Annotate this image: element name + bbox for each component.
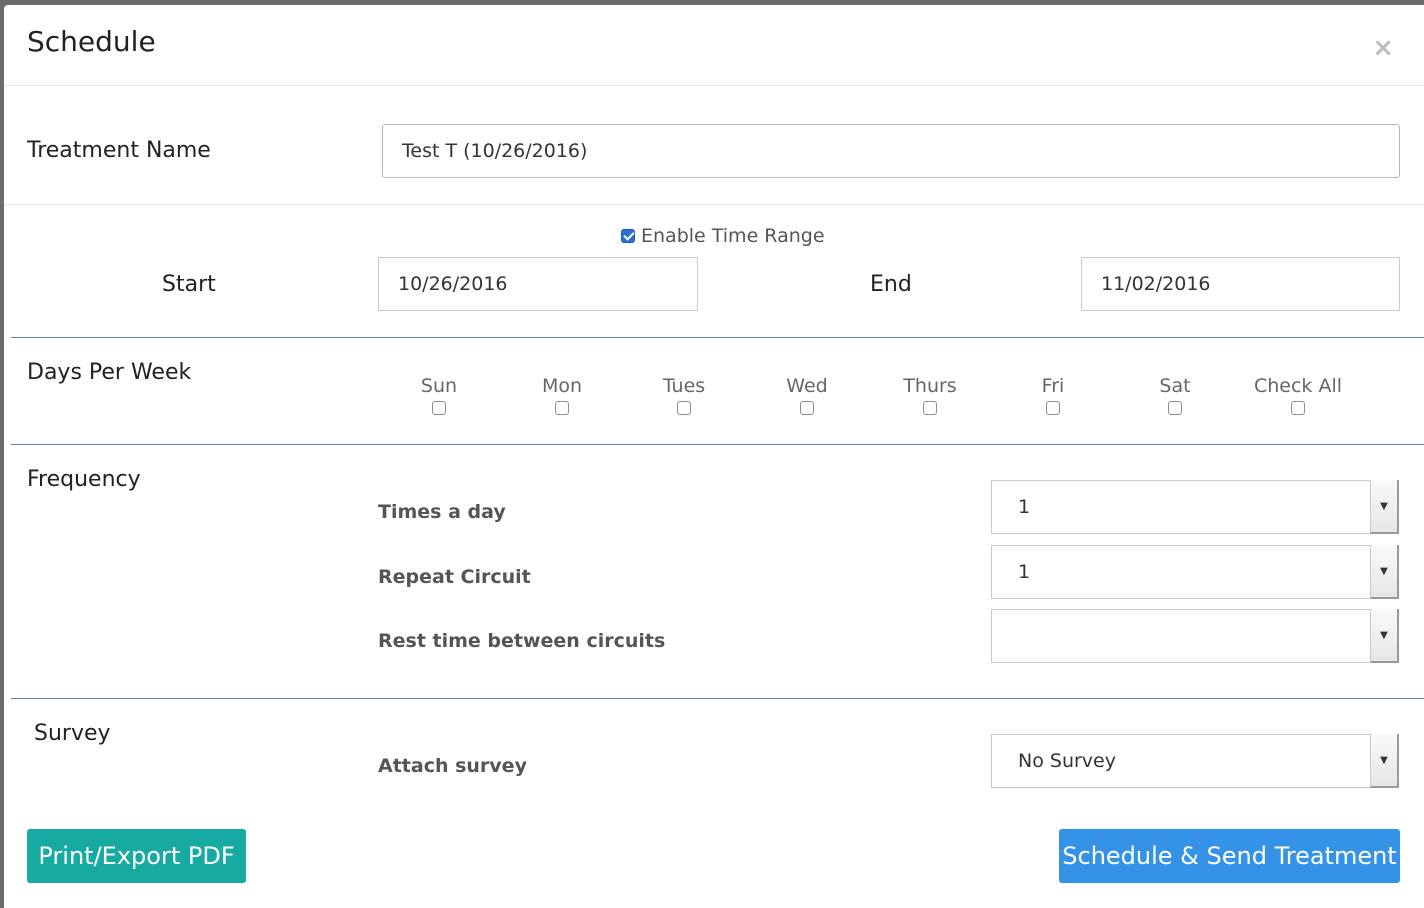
repeat-circuit-value: 1	[1018, 561, 1031, 583]
treatment-name-label: Treatment Name	[27, 138, 211, 163]
times-a-day-value: 1	[1018, 496, 1031, 518]
section-divider	[11, 698, 1424, 699]
repeat-circuit-label: Repeat Circuit	[378, 566, 531, 588]
check-all[interactable]: Check All	[1238, 375, 1358, 419]
dropdown-arrow-icon[interactable]: ▼	[1370, 609, 1399, 663]
day-thurs-checkbox[interactable]	[923, 401, 937, 415]
day-label: Sat	[1159, 375, 1191, 397]
rest-time-select[interactable]: ▼	[991, 609, 1399, 663]
section-divider	[4, 204, 1424, 205]
day-label: Mon	[541, 375, 583, 397]
enable-time-range-checkbox[interactable]	[621, 229, 635, 243]
day-sat-checkbox[interactable]	[1168, 401, 1182, 415]
day-wed-checkbox[interactable]	[800, 401, 814, 415]
schedule-send-treatment-button[interactable]: Schedule & Send Treatment	[1059, 829, 1400, 883]
dropdown-arrow-icon[interactable]: ▼	[1370, 480, 1399, 534]
day-label: Fri	[1041, 375, 1065, 397]
day-label: Sun	[420, 375, 458, 397]
enable-time-range-label: Enable Time Range	[641, 225, 825, 247]
treatment-name-value: Test T (10/26/2016)	[402, 140, 588, 162]
modal-title: Schedule	[27, 25, 156, 58]
day-tues[interactable]: Tues	[624, 375, 744, 419]
end-date-value: 11/02/2016	[1101, 273, 1211, 295]
check-all-label: Check All	[1253, 375, 1343, 397]
attach-survey-select[interactable]: No Survey ▼	[991, 734, 1399, 788]
times-a-day-label: Times a day	[378, 501, 506, 523]
day-sat[interactable]: Sat	[1115, 375, 1235, 419]
rest-time-label: Rest time between circuits	[378, 630, 666, 652]
attach-survey-value: No Survey	[1018, 750, 1116, 772]
day-thurs[interactable]: Thurs	[870, 375, 990, 419]
end-date-input[interactable]: 11/02/2016	[1081, 257, 1400, 311]
start-label: Start	[162, 272, 216, 297]
day-tues-checkbox[interactable]	[677, 401, 691, 415]
day-mon[interactable]: Mon	[502, 375, 622, 419]
times-a-day-select[interactable]: 1 ▼	[991, 480, 1399, 534]
day-mon-checkbox[interactable]	[555, 401, 569, 415]
section-divider	[11, 444, 1424, 445]
dropdown-arrow-icon[interactable]: ▼	[1370, 545, 1399, 599]
day-wed[interactable]: Wed	[747, 375, 867, 419]
check-all-checkbox[interactable]	[1291, 401, 1305, 415]
modal-header: Schedule ×	[4, 5, 1424, 86]
close-icon[interactable]: ×	[1372, 35, 1394, 61]
section-divider	[11, 337, 1424, 338]
start-date-input[interactable]: 10/26/2016	[378, 257, 698, 311]
day-label: Wed	[786, 375, 828, 397]
start-date-value: 10/26/2016	[398, 273, 508, 295]
day-sun[interactable]: Sun	[379, 375, 499, 419]
day-fri-checkbox[interactable]	[1046, 401, 1060, 415]
frequency-label: Frequency	[27, 467, 141, 492]
end-label: End	[870, 272, 912, 297]
day-label: Tues	[662, 375, 706, 397]
treatment-name-input[interactable]: Test T (10/26/2016)	[382, 124, 1400, 178]
day-sun-checkbox[interactable]	[432, 401, 446, 415]
day-label: Thurs	[903, 375, 957, 397]
dropdown-arrow-icon[interactable]: ▼	[1370, 734, 1399, 788]
attach-survey-label: Attach survey	[378, 755, 527, 777]
day-fri[interactable]: Fri	[993, 375, 1113, 419]
days-per-week-label: Days Per Week	[27, 360, 192, 385]
repeat-circuit-select[interactable]: 1 ▼	[991, 545, 1399, 599]
schedule-modal: Schedule × Treatment Name Test T (10/26/…	[4, 5, 1424, 908]
enable-time-range[interactable]: Enable Time Range	[621, 225, 825, 247]
print-export-pdf-button[interactable]: Print/Export PDF	[27, 829, 246, 883]
survey-label: Survey	[34, 721, 111, 746]
